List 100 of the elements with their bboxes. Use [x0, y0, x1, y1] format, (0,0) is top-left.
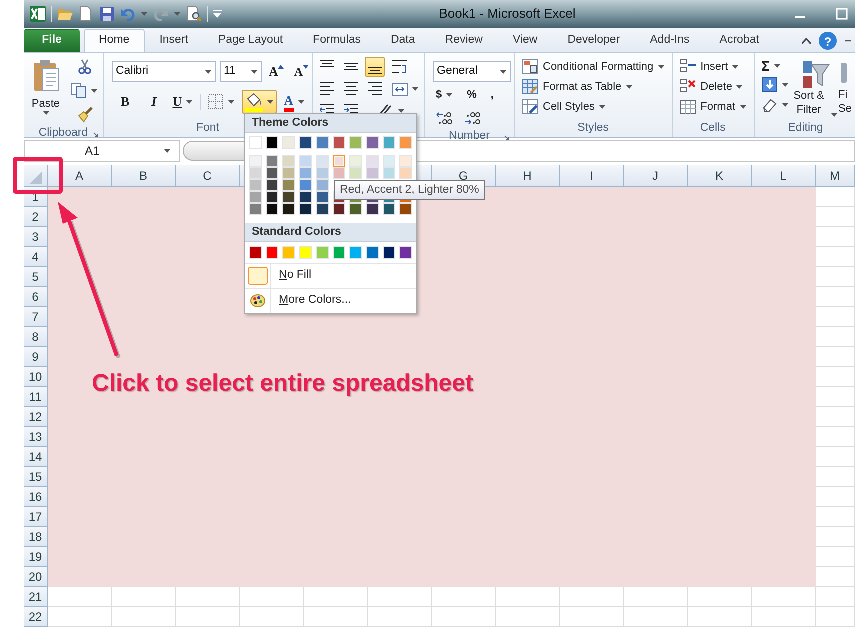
ribbon-tab[interactable]: Formulas — [298, 29, 376, 52]
insert-cells-button[interactable]: Insert — [676, 57, 750, 77]
shrink-font-button[interactable]: A — [291, 62, 312, 80]
row-header[interactable]: 13 — [24, 427, 48, 447]
table-cell[interactable] — [112, 607, 176, 627]
table-cell[interactable] — [688, 607, 752, 627]
paste-button[interactable]: Paste — [28, 57, 64, 125]
column-header[interactable]: H — [496, 165, 560, 187]
font-size-dropdown[interactable]: 11 — [220, 61, 262, 82]
ribbon-tab[interactable]: Acrobat — [704, 29, 774, 52]
table-cell[interactable] — [816, 207, 855, 227]
fill-color-button[interactable] — [242, 90, 278, 114]
row-header[interactable]: 18 — [24, 527, 48, 547]
table-cell[interactable] — [368, 607, 432, 627]
table-cell[interactable] — [816, 587, 855, 607]
row-header[interactable]: 4 — [24, 247, 48, 267]
column-header[interactable]: I — [560, 165, 624, 187]
row-header[interactable]: 8 — [24, 327, 48, 347]
table-cell[interactable] — [752, 587, 816, 607]
table-cell[interactable] — [368, 587, 432, 607]
table-cell[interactable] — [240, 587, 304, 607]
table-cell[interactable] — [688, 587, 752, 607]
table-cell[interactable] — [816, 347, 855, 367]
ribbon-tab[interactable]: Home — [84, 29, 145, 52]
row-header[interactable]: 11 — [24, 387, 48, 407]
row-header[interactable]: 6 — [24, 287, 48, 307]
dialog-launcher-icon[interactable] — [91, 130, 99, 138]
select-all-button[interactable] — [24, 165, 48, 187]
delete-cells-button[interactable]: Delete — [676, 77, 750, 97]
row-header[interactable]: 22 — [24, 607, 48, 627]
column-header[interactable]: A — [48, 165, 112, 187]
currency-button[interactable]: $ — [433, 86, 456, 104]
table-cell[interactable] — [304, 587, 368, 607]
minimize-ribbon-icon[interactable] — [802, 38, 811, 44]
table-cell[interactable] — [496, 587, 560, 607]
bottom-align-button[interactable] — [365, 57, 385, 77]
column-header[interactable]: J — [624, 165, 688, 187]
table-cell[interactable] — [816, 327, 855, 347]
table-cell[interactable] — [816, 387, 855, 407]
file-tab[interactable]: File — [24, 29, 80, 52]
row-header[interactable]: 2 — [24, 207, 48, 227]
ribbon-tab[interactable]: Insert — [144, 29, 204, 52]
bold-button[interactable]: B — [112, 93, 139, 111]
redo-icon[interactable] — [153, 6, 169, 22]
table-cell[interactable] — [816, 287, 855, 307]
ribbon-tab[interactable]: View — [498, 29, 553, 52]
merge-button[interactable] — [389, 80, 422, 98]
table-cell[interactable] — [816, 567, 855, 587]
table-cell[interactable] — [816, 447, 855, 467]
number-format-dropdown[interactable]: General — [433, 61, 511, 82]
more-colors-item[interactable]: More Colors... — [245, 288, 416, 313]
table-cell[interactable] — [816, 527, 855, 547]
ribbon-tab[interactable]: Data — [376, 29, 430, 52]
table-cell[interactable] — [816, 607, 855, 627]
conditional-formatting-button[interactable]: Conditional Formatting — [519, 57, 668, 77]
autosum-button[interactable]: Σ — [758, 57, 792, 75]
table-cell[interactable] — [816, 227, 855, 247]
row-header[interactable]: 17 — [24, 507, 48, 527]
table-cell[interactable] — [816, 367, 855, 387]
row-header[interactable]: 20 — [24, 567, 48, 587]
row-header[interactable]: 21 — [24, 587, 48, 607]
find-select-button[interactable]: Fi Se — [838, 57, 853, 120]
ribbon-tab[interactable]: Add-Ins — [635, 29, 705, 52]
dialog-launcher-icon[interactable] — [502, 132, 510, 140]
table-cell[interactable] — [496, 607, 560, 627]
row-header[interactable]: 3 — [24, 227, 48, 247]
row-header[interactable]: 10 — [24, 367, 48, 387]
table-cell[interactable] — [112, 587, 176, 607]
table-cell[interactable] — [816, 547, 855, 567]
table-cell[interactable] — [816, 427, 855, 447]
ribbon-tab[interactable]: Page Layout — [203, 29, 298, 52]
undo-icon[interactable] — [120, 6, 136, 22]
table-cell[interactable] — [816, 307, 855, 327]
table-cell[interactable] — [48, 587, 112, 607]
format-cells-button[interactable]: Format — [676, 97, 750, 117]
cell-styles-button[interactable]: Cell Styles — [519, 97, 668, 117]
italic-button[interactable]: I — [142, 93, 166, 111]
table-cell[interactable] — [304, 607, 368, 627]
underline-button[interactable]: U — [170, 93, 196, 111]
row-header[interactable]: 19 — [24, 547, 48, 567]
comma-button[interactable]: , — [488, 86, 497, 104]
table-cell[interactable] — [240, 607, 304, 627]
row-header[interactable]: 12 — [24, 407, 48, 427]
table-cell[interactable] — [816, 187, 855, 207]
table-cell[interactable] — [560, 607, 624, 627]
table-cell[interactable] — [624, 607, 688, 627]
table-cell[interactable] — [816, 467, 855, 487]
column-header[interactable]: K — [688, 165, 752, 187]
row-header[interactable]: 14 — [24, 447, 48, 467]
table-cell[interactable] — [48, 607, 112, 627]
folder-icon[interactable] — [57, 6, 73, 22]
ribbon-tab[interactable]: Review — [430, 29, 498, 52]
no-fill-item[interactable]: No Fill — [245, 263, 416, 288]
table-cell[interactable] — [752, 607, 816, 627]
align-center-button[interactable] — [341, 80, 361, 98]
align-left-button[interactable] — [317, 80, 337, 98]
row-header[interactable]: 16 — [24, 487, 48, 507]
format-as-table-button[interactable]: Format as Table — [519, 77, 668, 97]
row-header[interactable]: 7 — [24, 307, 48, 327]
table-cell[interactable] — [816, 507, 855, 527]
